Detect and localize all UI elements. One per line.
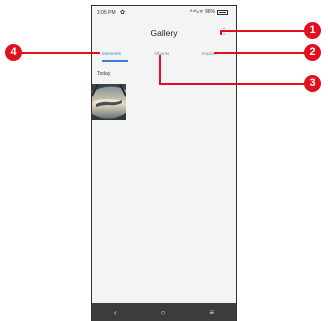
callout-1-line (221, 30, 307, 32)
home-icon[interactable]: ○ (161, 308, 166, 317)
callout-3-vline (159, 55, 161, 84)
battery-percent: 96% (204, 9, 215, 15)
battery-icon (217, 9, 228, 15)
status-time: 2:05 PM (97, 10, 116, 16)
gear-icon: ✿ (120, 10, 126, 16)
active-tab-indicator (102, 60, 128, 62)
signal-icon: ᴴ ⁴ᴳ ᵢₗₗ ᯤ (190, 9, 203, 15)
tab-albums[interactable]: Albums (154, 51, 169, 56)
callout-2-line (214, 52, 306, 54)
photo-thumbnail[interactable] (92, 84, 126, 120)
back-icon[interactable]: ‹ (114, 308, 117, 317)
navigation-bar: ‹ ○ ≡ (92, 303, 236, 321)
callout-3-line (159, 83, 305, 85)
menu-icon[interactable]: ≡ (209, 308, 214, 317)
photo-image (92, 84, 126, 120)
page-title: Gallery (150, 28, 178, 38)
callout-badge-2: 2 (304, 44, 321, 61)
callout-4-line (20, 52, 100, 54)
callout-badge-3: 3 (304, 75, 321, 92)
battery-level (219, 11, 226, 13)
status-bar: 2:05 PM ✿ ᴴ ⁴ᴳ ᵢₗₗ ᯤ 96% (92, 6, 236, 20)
callout-badge-4: 4 (5, 44, 22, 61)
callout-badge-1: 1 (304, 22, 321, 39)
tab-moments[interactable]: Moments (102, 51, 121, 56)
status-right: ᴴ ⁴ᴳ ᵢₗₗ ᯤ 96% (190, 9, 228, 15)
section-label: Today (97, 71, 111, 77)
